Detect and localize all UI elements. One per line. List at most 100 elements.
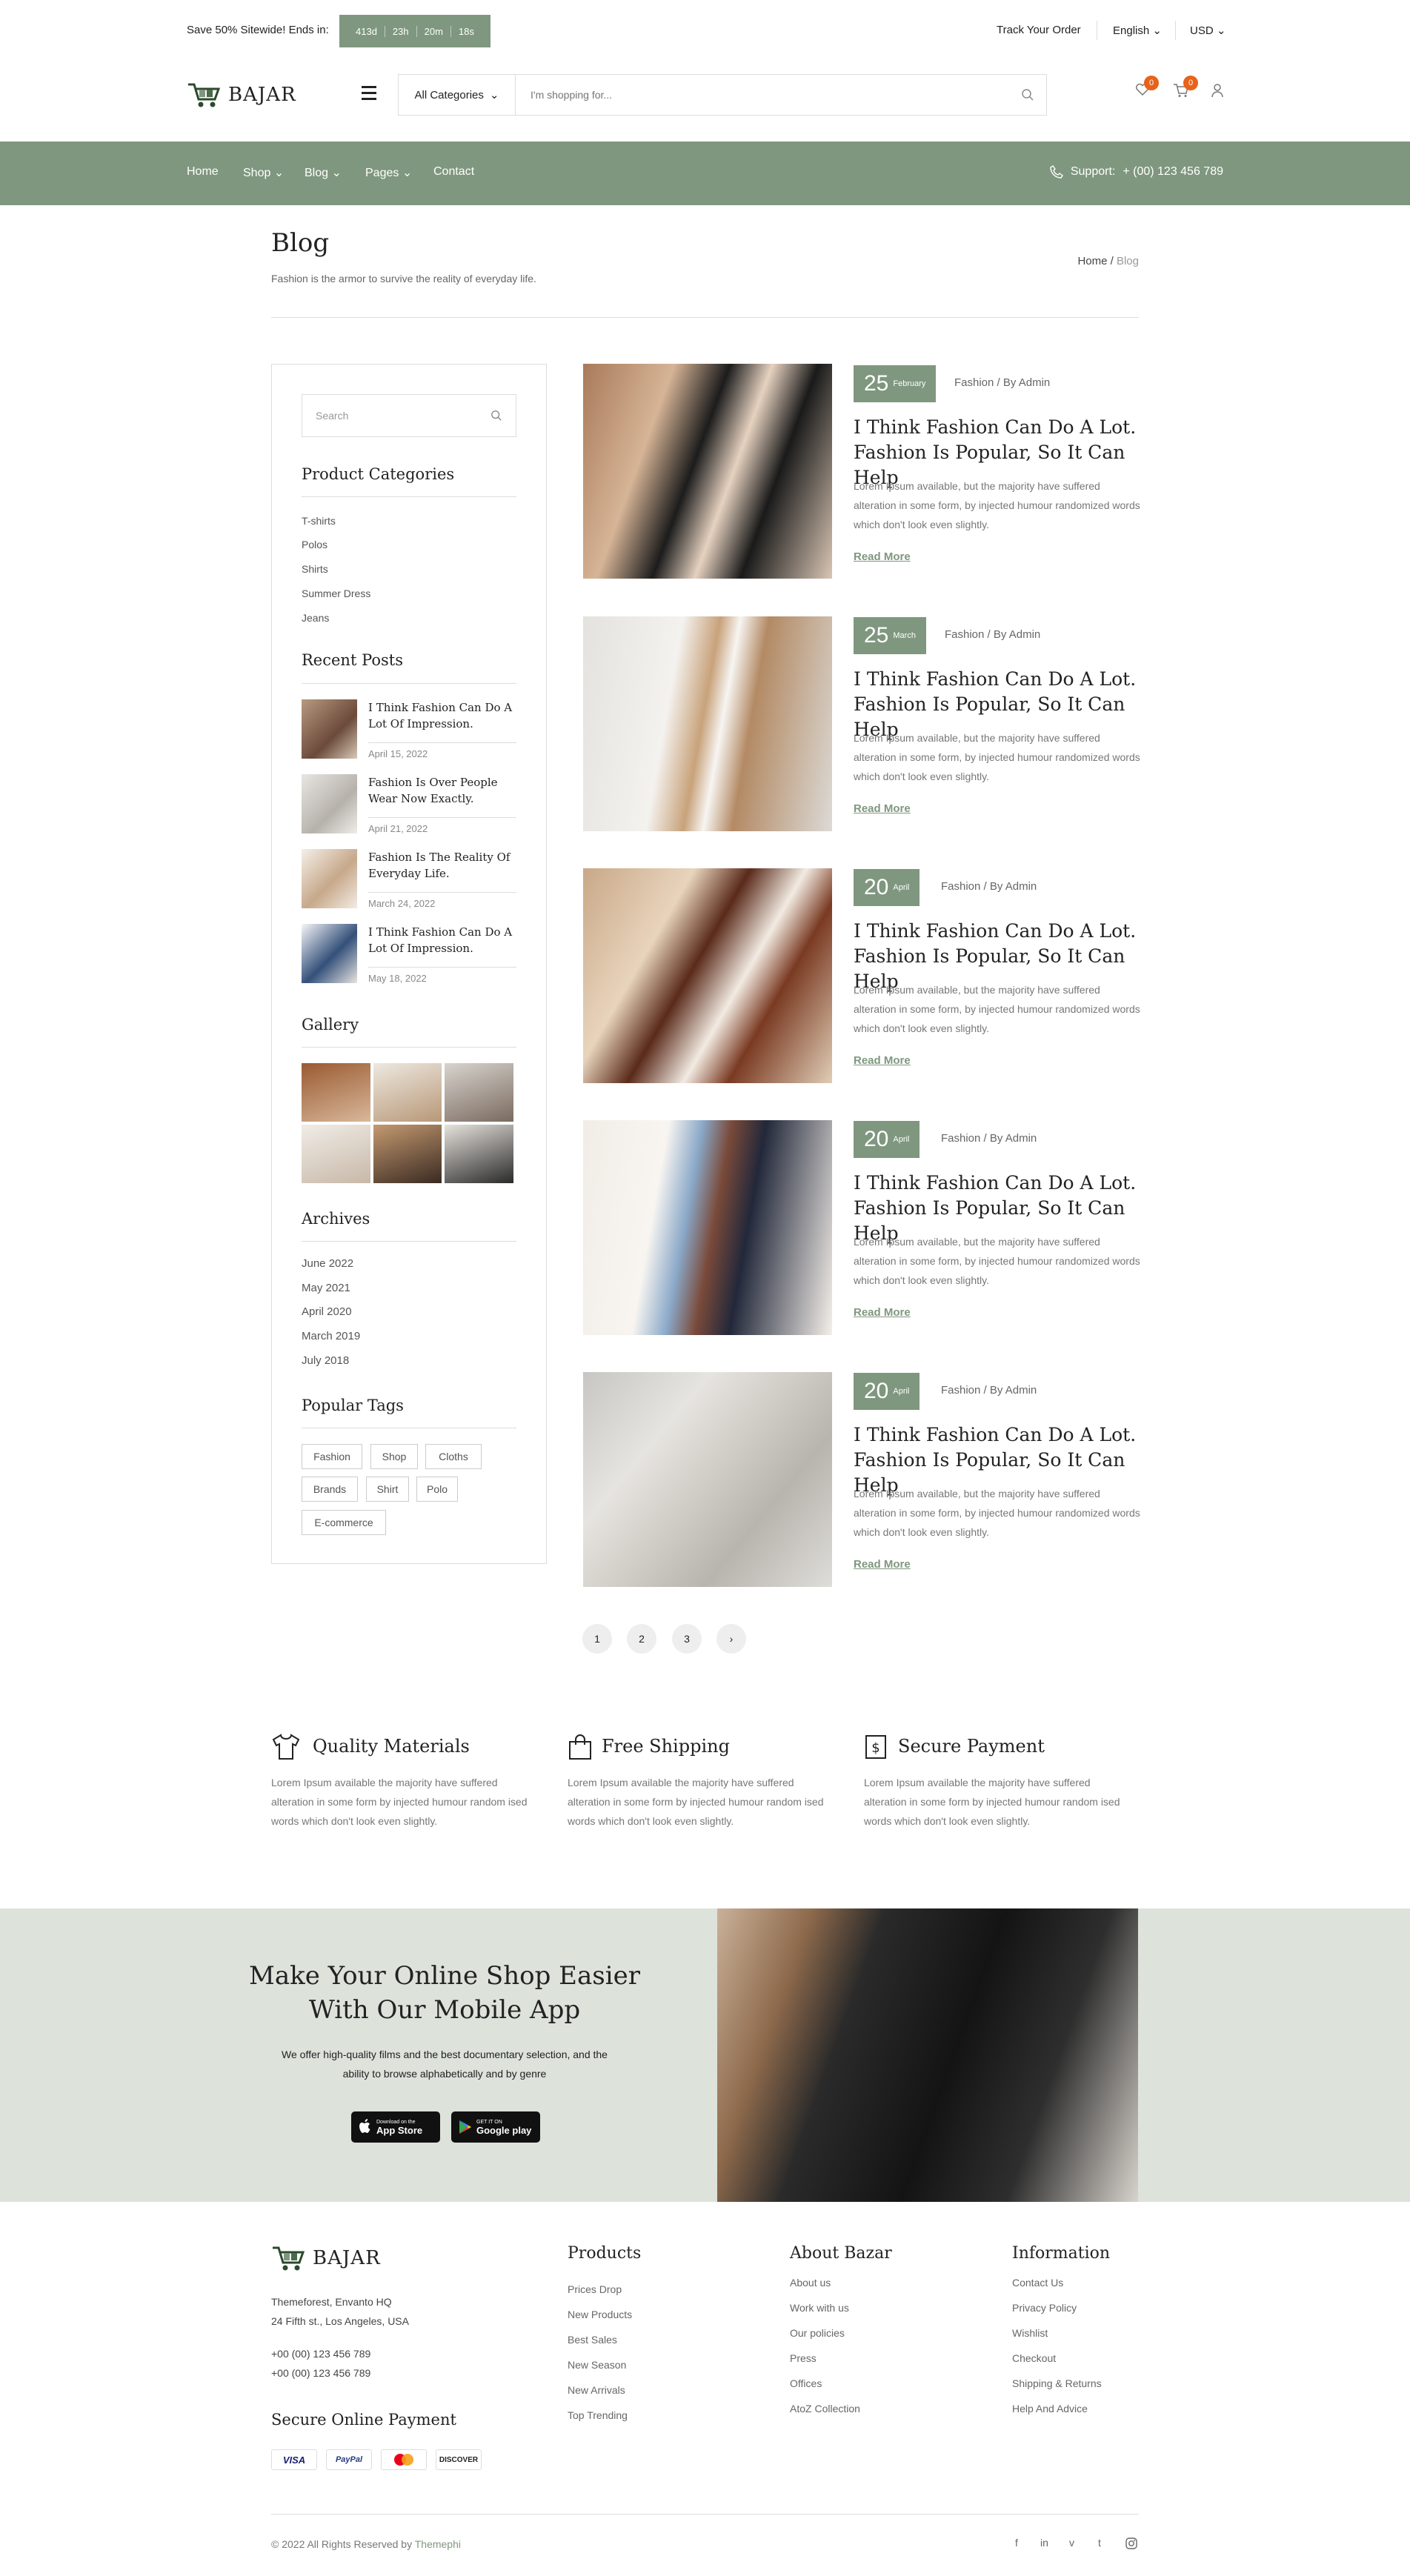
breadcrumb-home[interactable]: Home: [1077, 255, 1107, 267]
read-more-link[interactable]: Read More: [854, 1054, 911, 1067]
tag-button[interactable]: Cloths: [425, 1444, 482, 1469]
tag-button[interactable]: Brands: [302, 1477, 358, 1502]
footer-link[interactable]: Our policies: [790, 2327, 845, 2339]
tag-button[interactable]: E-commerce: [302, 1510, 386, 1535]
instagram-icon[interactable]: [1125, 2537, 1137, 2549]
footer-link[interactable]: Help And Advice: [1012, 2403, 1088, 2414]
linkedin-icon[interactable]: in: [1040, 2537, 1048, 2549]
menu-icon[interactable]: [362, 86, 376, 104]
track-order-link[interactable]: Track Your Order: [997, 24, 1081, 36]
account-button[interactable]: [1211, 83, 1224, 98]
footer-link[interactable]: Best Sales: [568, 2334, 617, 2346]
cart-button[interactable]: 0: [1173, 76, 1198, 101]
post-category[interactable]: Fashion: [941, 880, 980, 893]
gallery-image[interactable]: [445, 1125, 513, 1183]
footer-logo[interactable]: BAJAR: [271, 2243, 381, 2273]
archive-link[interactable]: April 2020: [302, 1305, 352, 1318]
footer-link[interactable]: Privacy Policy: [1012, 2302, 1077, 2314]
post-category[interactable]: Fashion: [941, 1384, 980, 1397]
category-link[interactable]: T-shirts: [302, 515, 336, 527]
copyright-brand[interactable]: Themephi: [415, 2538, 461, 2550]
footer-link[interactable]: About us: [790, 2277, 831, 2289]
gallery-image[interactable]: [302, 1125, 370, 1183]
app-store-button[interactable]: Download on the App Store: [351, 2111, 440, 2143]
footer-link[interactable]: Top Trending: [568, 2409, 628, 2421]
category-link[interactable]: Jeans: [302, 612, 329, 624]
wishlist-button[interactable]: 0: [1135, 76, 1159, 100]
footer-link[interactable]: Contact Us: [1012, 2277, 1063, 2289]
footer-link[interactable]: New Products: [568, 2309, 632, 2320]
next-page-button[interactable]: ›: [716, 1624, 746, 1654]
nav-contact[interactable]: Contact: [433, 165, 474, 179]
tag-button[interactable]: Polo: [416, 1477, 458, 1502]
archive-link[interactable]: June 2022: [302, 1257, 353, 1270]
post-category[interactable]: Fashion: [941, 1132, 980, 1145]
tag-button[interactable]: Fashion: [302, 1444, 362, 1469]
gallery-image[interactable]: [373, 1125, 442, 1183]
gallery-image[interactable]: [445, 1063, 513, 1122]
logo[interactable]: BAJAR: [187, 80, 296, 110]
post-category[interactable]: Fashion: [945, 628, 984, 641]
post-category[interactable]: Fashion: [954, 376, 994, 389]
recent-post-title[interactable]: Fashion Is The Reality Of Everyday Life.: [368, 849, 516, 882]
post-image[interactable]: [583, 1120, 832, 1335]
chevron-down-icon: ⌄: [270, 167, 285, 179]
twitter-icon[interactable]: t: [1098, 2537, 1101, 2549]
gallery-image[interactable]: [302, 1063, 370, 1122]
recent-post-thumb[interactable]: [302, 924, 357, 983]
archive-link[interactable]: March 2019: [302, 1330, 360, 1342]
tag-button[interactable]: Shop: [370, 1444, 418, 1469]
recent-post-thumb[interactable]: [302, 699, 357, 759]
post-image[interactable]: [583, 616, 832, 831]
google-play-button[interactable]: GET IT ON Google play: [451, 2111, 540, 2143]
footer-link[interactable]: New Arrivals: [568, 2384, 625, 2396]
read-more-link[interactable]: Read More: [854, 1558, 911, 1571]
currency-select[interactable]: USD ⌄: [1190, 24, 1226, 37]
footer-link[interactable]: New Season: [568, 2359, 626, 2371]
vimeo-icon[interactable]: v: [1069, 2537, 1074, 2549]
category-link[interactable]: Summer Dress: [302, 588, 370, 599]
read-more-link[interactable]: Read More: [854, 1306, 911, 1319]
recent-post-title[interactable]: Fashion Is Over People Wear Now Exactly.: [368, 774, 516, 807]
language-select[interactable]: English ⌄: [1113, 24, 1162, 37]
recent-post-thumb[interactable]: [302, 774, 357, 833]
facebook-icon[interactable]: f: [1015, 2537, 1018, 2549]
gallery-image[interactable]: [373, 1063, 442, 1122]
support-phone[interactable]: Support: + (00) 123 456 789: [1050, 165, 1223, 179]
read-more-link[interactable]: Read More: [854, 802, 911, 815]
nav-home[interactable]: Home: [187, 165, 219, 179]
phone-line[interactable]: +00 (00) 123 456 789: [271, 2344, 370, 2363]
footer-link[interactable]: Shipping & Returns: [1012, 2377, 1102, 2389]
read-more-link[interactable]: Read More: [854, 550, 911, 563]
footer-link[interactable]: Press: [790, 2352, 817, 2364]
footer-link[interactable]: Offices: [790, 2377, 822, 2389]
phone-line[interactable]: +00 (00) 123 456 789: [271, 2363, 370, 2383]
archive-link[interactable]: May 2021: [302, 1282, 350, 1294]
category-select[interactable]: All Categories ⌄: [399, 75, 516, 115]
post-image[interactable]: [583, 364, 832, 579]
tag-button[interactable]: Shirt: [366, 1477, 409, 1502]
footer-link[interactable]: Wishlist: [1012, 2327, 1048, 2339]
page-2-button[interactable]: 2: [627, 1624, 656, 1654]
sidebar-search[interactable]: Search: [302, 394, 516, 437]
search-icon[interactable]: [490, 410, 502, 422]
recent-post-title[interactable]: I Think Fashion Can Do A Lot Of Impressi…: [368, 699, 516, 732]
search-input[interactable]: [516, 75, 1009, 115]
nav-shop[interactable]: Shop ⌄: [243, 165, 284, 180]
page-3-button[interactable]: 3: [672, 1624, 702, 1654]
page-1-button[interactable]: 1: [582, 1624, 612, 1654]
category-link[interactable]: Polos: [302, 539, 327, 550]
nav-blog[interactable]: Blog ⌄: [305, 165, 342, 180]
recent-post-title[interactable]: I Think Fashion Can Do A Lot Of Impressi…: [368, 924, 516, 956]
nav-pages[interactable]: Pages ⌄: [365, 165, 412, 180]
footer-link[interactable]: Checkout: [1012, 2352, 1056, 2364]
post-image[interactable]: [583, 1372, 832, 1587]
archive-link[interactable]: July 2018: [302, 1354, 349, 1367]
recent-post-thumb[interactable]: [302, 849, 357, 908]
post-image[interactable]: [583, 868, 832, 1083]
search-icon[interactable]: [1009, 88, 1046, 101]
footer-link[interactable]: Work with us: [790, 2302, 849, 2314]
footer-link[interactable]: AtoZ Collection: [790, 2403, 860, 2414]
footer-link[interactable]: Prices Drop: [568, 2283, 622, 2295]
category-link[interactable]: Shirts: [302, 563, 328, 575]
